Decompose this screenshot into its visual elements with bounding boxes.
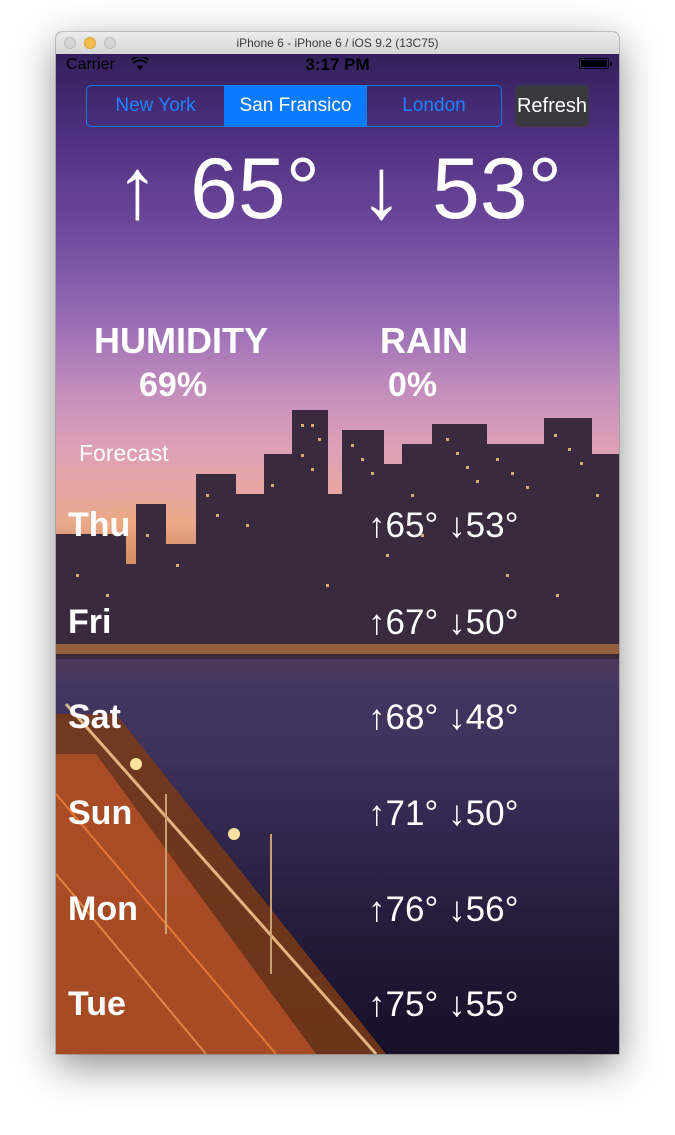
city-segmented-control: New York San Fransico London <box>86 85 502 127</box>
window-titlebar: iPhone 6 - iPhone 6 / iOS 9.2 (13C75) <box>56 32 619 55</box>
forecast-day: Thu <box>68 506 131 544</box>
high-arrow-icon: ↑ <box>116 141 159 237</box>
segment-london[interactable]: London <box>366 86 501 126</box>
rain-label: RAIN <box>380 320 468 361</box>
forecast-day: Tue <box>68 985 126 1023</box>
segment-new-york[interactable]: New York <box>87 86 224 126</box>
forecast-day: Mon <box>68 890 138 928</box>
forecast-row: Fri ↑67° ↓50° <box>56 603 619 663</box>
forecast-high-low: ↑67° ↓50° <box>368 603 519 642</box>
rain-value: 0% <box>388 366 438 404</box>
forecast-day: Fri <box>68 603 112 641</box>
humidity-label: HUMIDITY <box>94 320 268 361</box>
forecast-row: Mon ↑76° ↓56° <box>56 890 619 950</box>
forecast-high-low: ↑71° ↓50° <box>368 794 519 833</box>
battery-icon <box>579 58 612 69</box>
window-title: iPhone 6 - iPhone 6 / iOS 9.2 (13C75) <box>236 36 439 50</box>
forecast-high-low: ↑68° ↓48° <box>368 698 519 737</box>
current-temperatures: ↑ 65° ↓ 53° <box>114 132 594 252</box>
humidity-value: 69% <box>139 366 208 404</box>
forecast-row: Thu ↑65° ↓53° <box>56 506 619 566</box>
forecast-day: Sun <box>68 794 133 832</box>
device-screen: Carrier 3:17 PM New York San Fransico Lo… <box>56 54 619 1054</box>
forecast-high-low: ↑75° ↓55° <box>368 985 519 1024</box>
forecast-row: Tue ↑75° ↓55° <box>56 985 619 1045</box>
low-arrow-icon: ↓ <box>360 141 403 237</box>
forecast-row: Sun ↑71° ↓50° <box>56 794 619 854</box>
forecast-high-low: ↑76° ↓56° <box>368 890 519 929</box>
forecast-row: Sat ↑68° ↓48° <box>56 698 619 758</box>
ios-status-bar: Carrier 3:17 PM <box>56 54 619 74</box>
forecast-header: Forecast <box>79 440 169 466</box>
current-low-temp: 53° <box>432 141 563 237</box>
forecast-high-low: ↑65° ↓53° <box>368 506 519 545</box>
clock-time: 3:17 PM <box>305 55 370 74</box>
segment-san-fransico[interactable]: San Fransico <box>224 86 366 126</box>
current-high-temp: 65° <box>190 141 321 237</box>
forecast-day: Sat <box>68 698 121 736</box>
refresh-button[interactable]: Refresh <box>515 85 589 127</box>
simulator-window: iPhone 6 - iPhone 6 / iOS 9.2 (13C75) Ca… <box>56 32 619 1054</box>
